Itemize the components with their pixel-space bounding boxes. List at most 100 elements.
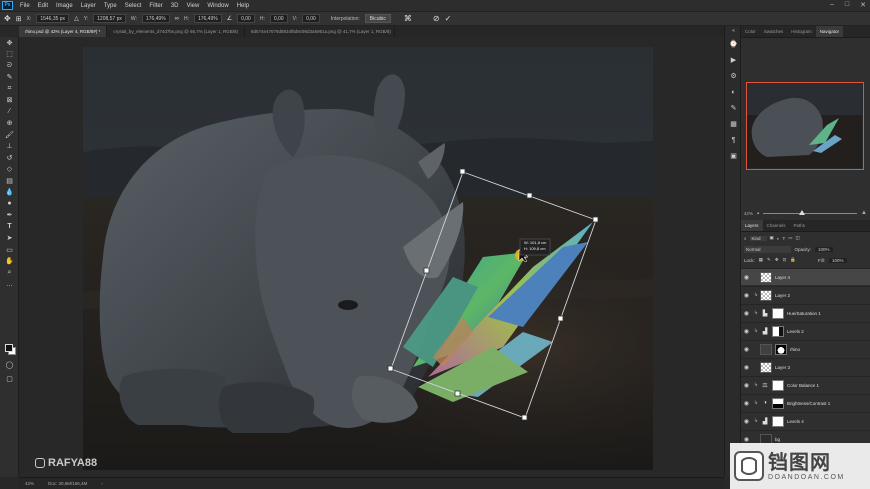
layer-row-color-balance[interactable]: ◉ ↳ ⚖ Color Balance 1 (741, 376, 870, 393)
tab-swatches[interactable]: Swatches (760, 26, 788, 37)
layer-row-levels2[interactable]: ◉ ↳ ▟ Levels 2 (741, 322, 870, 339)
move-tool-icon[interactable]: ✥ (0, 37, 19, 49)
collapse-icon[interactable]: « (725, 26, 742, 36)
layer-row-brightness-contrast[interactable]: ◉ ↳ ◑ Brightness/Contrast 1 (741, 394, 870, 411)
layer-mask-thumbnail[interactable] (772, 307, 784, 319)
visibility-eye-icon[interactable]: ◉ (741, 274, 752, 281)
h-field[interactable]: 176,49% (193, 14, 222, 23)
tab-histogram[interactable]: Histogram (787, 26, 816, 37)
blend-mode-select[interactable]: Normal (744, 246, 791, 253)
blur-tool-icon[interactable]: 💧 (0, 187, 19, 199)
lock-paint-icon[interactable]: ✎ (767, 257, 771, 263)
tab-channels[interactable]: Channels (763, 220, 790, 231)
crop-tool-icon[interactable]: ⌗ (0, 83, 19, 95)
lock-artboard-icon[interactable]: ⊡ (783, 257, 787, 263)
lock-all-icon[interactable]: 🔒 (790, 257, 796, 263)
filter-smart-icon[interactable]: ◫ (796, 235, 800, 241)
pen-tool-icon[interactable]: ✒ (0, 210, 19, 222)
layer-row-layer4[interactable]: ◉ Layer 4 (741, 268, 870, 285)
navigator-preview[interactable] (746, 82, 864, 170)
quick-select-tool-icon[interactable]: ✎ (0, 72, 19, 84)
brush-tool-icon[interactable]: 🖌 (0, 129, 19, 141)
layer-row-hue-saturation[interactable]: ◉ ↳ ▙ Hue/Saturation 1 (741, 304, 870, 321)
hand-tool-icon[interactable]: ✋ (0, 256, 19, 268)
close-icon[interactable]: ✕ (860, 1, 866, 9)
layer-name[interactable]: Layer 4 (775, 275, 790, 280)
commit-transform-icon[interactable]: ✓ (445, 14, 452, 23)
layer-name[interactable]: bg (775, 437, 780, 442)
properties-icon[interactable]: ⚙ (725, 68, 742, 84)
layer-name[interactable]: rhino (790, 347, 800, 352)
opacity-field[interactable]: 100% (815, 247, 833, 252)
type-tool-icon[interactable]: T (0, 221, 19, 233)
menu-image[interactable]: Image (52, 3, 77, 9)
layer-mask-thumbnail[interactable] (772, 379, 784, 391)
v-skew-field[interactable]: 0,00 (302, 14, 320, 23)
menu-layer[interactable]: Layer (77, 3, 100, 9)
filter-adjust-icon[interactable]: ◐ (777, 236, 780, 241)
zoom-tool-icon[interactable]: ⌕ (0, 267, 19, 279)
history-brush-icon[interactable]: ↺ (0, 152, 19, 164)
zoom-level[interactable]: 42% (25, 481, 34, 486)
move-tool-icon[interactable]: ✥ (4, 14, 11, 23)
visibility-eye-icon[interactable]: ◉ (741, 400, 752, 407)
menu-select[interactable]: Select (121, 3, 146, 9)
layer-mask-thumbnail[interactable] (772, 415, 784, 427)
layer-name[interactable]: Levels 2 (787, 329, 804, 334)
dodge-tool-icon[interactable]: ● (0, 198, 19, 210)
stamp-tool-icon[interactable]: ⊥ (0, 141, 19, 153)
healing-tool-icon[interactable]: ⊕ (0, 118, 19, 130)
tab-color[interactable]: Color (741, 26, 760, 37)
libraries-icon[interactable]: ▦ (725, 116, 742, 132)
menu-type[interactable]: Type (100, 3, 121, 9)
reference-point-icon[interactable]: ⊞ (16, 15, 22, 23)
tab-paths[interactable]: Paths (790, 220, 810, 231)
layer-row-layer3[interactable]: ◉ Layer 3 (741, 358, 870, 375)
shape-tool-icon[interactable]: ▭ (0, 244, 19, 256)
layer-mask-thumbnail[interactable] (772, 325, 784, 337)
layer-mask-thumbnail[interactable] (775, 343, 787, 355)
foreground-color-swatch[interactable] (5, 344, 13, 352)
navigator-zoom-value[interactable]: 42% (744, 211, 753, 216)
canvas-area[interactable]: W: 101,8 cm H: 109,8 cm RAFYA88 (19, 37, 724, 477)
minimize-icon[interactable]: – (830, 1, 834, 9)
screen-mode-icon[interactable]: ▢ (0, 373, 19, 385)
menu-file[interactable]: File (16, 3, 34, 9)
filter-shape-icon[interactable]: ▭ (788, 235, 792, 241)
eraser-tool-icon[interactable]: ◇ (0, 164, 19, 176)
layer-name[interactable]: Hue/Saturation 1 (787, 311, 821, 316)
zoom-slider-knob[interactable] (798, 209, 805, 215)
layer-row-levels4[interactable]: ◉ ↳ ▟ Levels 4 (741, 412, 870, 429)
layer-row-rhino[interactable]: ◉ rhino (741, 340, 870, 357)
document-canvas[interactable]: W: 101,8 cm H: 109,8 cm (83, 47, 653, 470)
tab-crystal[interactable]: crystal_by_elements_d74d7bs.png @ 66,7% … (107, 26, 245, 37)
x-field[interactable]: 1546,35 px (36, 14, 70, 23)
fill-field[interactable]: 100% (828, 257, 847, 263)
warp-icon[interactable]: ⌘ (404, 14, 412, 23)
layer-row-layer2[interactable]: ◉ ↳ Layer 2 (741, 286, 870, 303)
layer-name[interactable]: Layer 2 (775, 293, 790, 298)
layer-name[interactable]: Color Balance 1 (787, 383, 819, 388)
angle-field[interactable]: 0,00 (237, 14, 255, 23)
visibility-eye-icon[interactable]: ◉ (741, 310, 752, 317)
tab-navigator[interactable]: Navigator (815, 26, 844, 37)
status-arrow-icon[interactable]: › (101, 481, 103, 486)
visibility-eye-icon[interactable]: ◉ (741, 292, 752, 299)
w-field[interactable]: 176,49% (141, 14, 170, 23)
interpolation-select[interactable]: Bicubic (364, 14, 391, 23)
lock-position-icon[interactable]: ✥ (775, 257, 779, 263)
paragraph-icon[interactable]: ¶ (725, 132, 742, 148)
layer-name[interactable]: Layer 3 (775, 365, 790, 370)
visibility-eye-icon[interactable]: ◉ (741, 346, 752, 353)
brushes-icon[interactable]: ✎ (725, 100, 742, 116)
frame-tool-icon[interactable]: ⊠ (0, 95, 19, 107)
y-field[interactable]: 1208,57 px (93, 14, 126, 23)
filter-pixel-icon[interactable]: ▣ (770, 235, 774, 241)
cancel-transform-icon[interactable]: ⊘ (433, 14, 440, 23)
h-skew-field[interactable]: 0,00 (269, 14, 288, 23)
zoom-out-icon[interactable]: ▴ (757, 210, 759, 216)
zoom-slider[interactable] (763, 209, 858, 215)
delta-icon[interactable]: △ (74, 15, 79, 22)
zoom-in-icon[interactable]: ▲ (861, 210, 867, 216)
link-icon[interactable]: ∞ (175, 16, 179, 22)
